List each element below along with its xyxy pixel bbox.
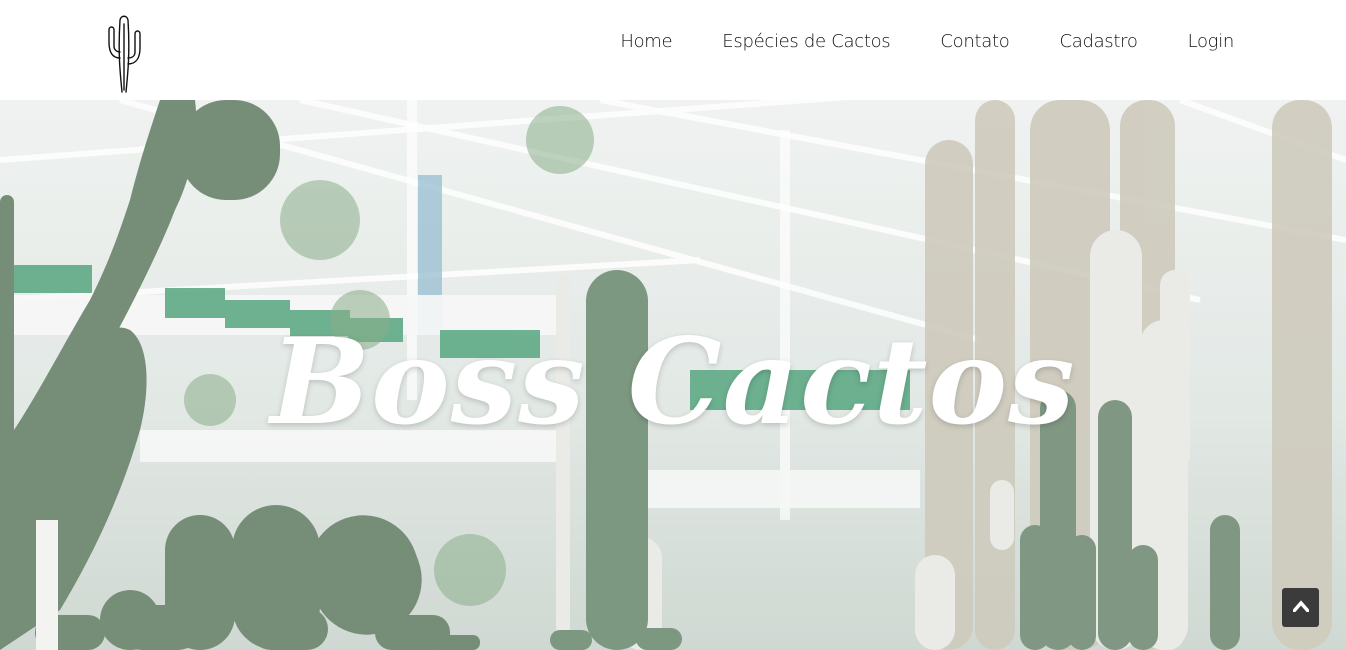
nav-item-home: Home (620, 29, 672, 55)
hero-title: Boss Cactos (270, 312, 1076, 451)
nav-item-cadastro: Cadastro (1059, 29, 1137, 55)
nav-link-contato[interactable]: Contato (940, 29, 1009, 55)
caret-up-icon (1291, 600, 1310, 615)
cactus-logo-icon[interactable] (100, 12, 150, 94)
nav-item-login: Login (1188, 29, 1235, 55)
nav-item-contato: Contato (940, 29, 1009, 55)
hero-banner: Boss Cactos (0, 100, 1346, 650)
navbar: Home Espécies de Cactos Contato Cadastro… (0, 0, 1346, 100)
nav-link-login[interactable]: Login (1188, 29, 1235, 55)
nav-link-especies[interactable]: Espécies de Cactos (722, 29, 890, 55)
nav-link-cadastro[interactable]: Cadastro (1059, 29, 1137, 55)
scroll-to-top-button[interactable] (1282, 588, 1319, 627)
main-nav: Home Espécies de Cactos Contato Cadastro… (570, 29, 1234, 55)
nav-link-home[interactable]: Home (620, 29, 672, 55)
nav-item-especies: Espécies de Cactos (722, 29, 890, 55)
